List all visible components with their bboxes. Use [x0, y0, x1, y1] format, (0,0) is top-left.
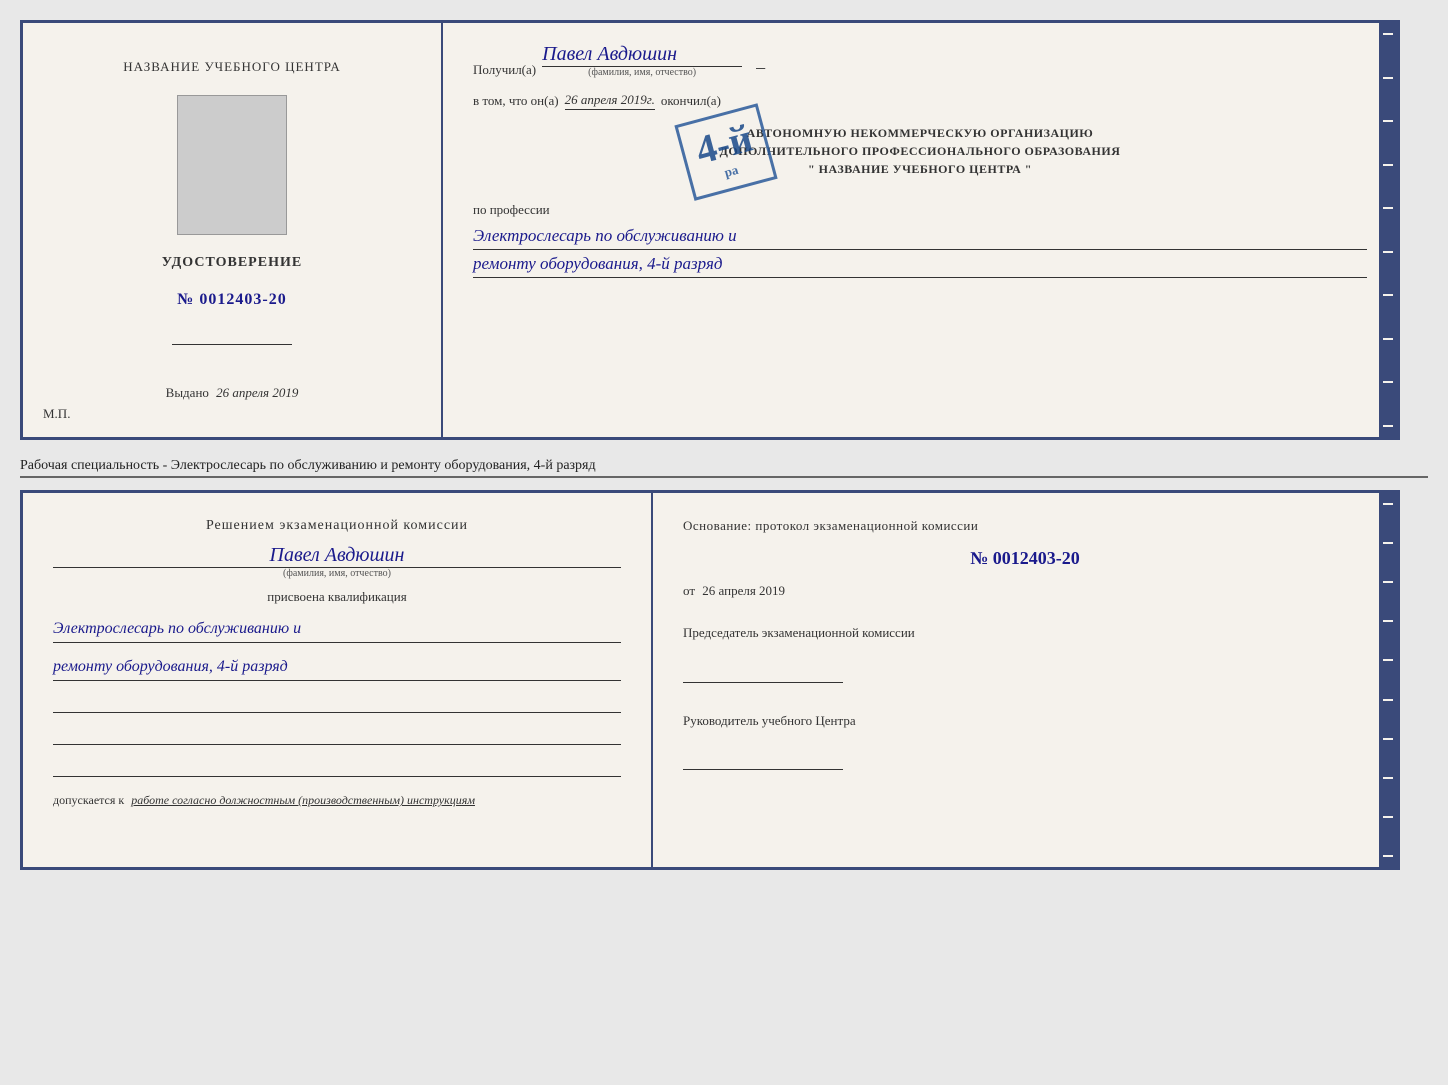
- cert-number: № 0012403-20: [177, 291, 286, 309]
- separator-text: Рабочая специальность - Электрослесарь п…: [20, 452, 1428, 478]
- profession-label: по профессии: [473, 202, 1367, 218]
- org-title-block: АВТОНОМНУЮ НЕКОММЕРЧЕСКУЮ ОРГАНИЗАЦИЮ ДО…: [473, 124, 1367, 178]
- qual-line2: ремонту оборудования, 4-й разряд: [53, 653, 621, 681]
- top-doc-left: НАЗВАНИЕ УЧЕБНОГО ЦЕНТРА УДОСТОВЕРЕНИЕ №…: [23, 23, 443, 437]
- recipient-subtitle: (фамилия, имя, отчество): [542, 67, 742, 78]
- person-subtitle: (фамилия, имя, отчество): [53, 568, 621, 579]
- cert-label: УДОСТОВЕРЕНИЕ: [162, 255, 302, 271]
- right-spine-top: [1379, 23, 1397, 437]
- bottom-doc-right: Основание: протокол экзаменационной коми…: [653, 493, 1397, 867]
- mp-label: М.П.: [43, 406, 70, 422]
- recipient-name: Павел Авдюшин: [542, 43, 742, 67]
- vtom-date: 26 апреля 2019г.: [565, 92, 655, 110]
- profession-section: по профессии Электрослесарь по обслужива…: [473, 202, 1367, 278]
- chairman-sign-line: [683, 663, 843, 683]
- issued-date: 26 апреля 2019: [216, 385, 298, 400]
- profession-line2: ремонту оборудования, 4-й разряд: [473, 250, 1367, 278]
- basis-date-prefix: от: [683, 583, 695, 598]
- basis-date-val: 26 апреля 2019: [702, 583, 785, 598]
- chairman-label: Председатель экзаменационной комиссии: [683, 623, 1367, 643]
- qual-line1: Электрослесарь по обслуживанию и: [53, 615, 621, 643]
- right-spine-bottom: [1379, 493, 1397, 867]
- profession-line1: Электрослесарь по обслуживанию и: [473, 222, 1367, 250]
- basis-number: № 0012403-20: [683, 548, 1367, 569]
- org-line3: " НАЗВАНИЕ УЧЕБНОГО ЦЕНТРА ": [473, 160, 1367, 178]
- decision-title: Решением экзаменационной комиссии: [53, 518, 621, 534]
- allowed-prefix: допускается к: [53, 793, 124, 807]
- vtom-line: в том, что он(а) 26 апреля 2019г. окончи…: [473, 92, 1367, 110]
- bottom-document: Решением экзаменационной комиссии Павел …: [20, 490, 1400, 870]
- director-sign-line: [683, 750, 843, 770]
- assigned-label: присвоена квалификация: [53, 589, 621, 605]
- allowed-label: допускается к работе согласно должностны…: [53, 793, 621, 808]
- allowed-value: работе согласно должностным (производств…: [131, 793, 475, 807]
- blank-line-2: [53, 723, 621, 745]
- issued-line: Выдано 26 апреля 2019: [166, 385, 299, 401]
- top-center-title: НАЗВАНИЕ УЧЕБНОГО ЦЕНТРА: [123, 59, 340, 75]
- issued-label: Выдано: [166, 385, 209, 400]
- vtom-prefix: в том, что он(а): [473, 93, 559, 109]
- recipient-line: Получил(a) Павел Авдюшин (фамилия, имя, …: [473, 43, 1367, 78]
- top-doc-right: Получил(a) Павел Авдюшин (фамилия, имя, …: [443, 23, 1397, 437]
- bottom-doc-left: Решением экзаменационной комиссии Павел …: [23, 493, 653, 867]
- basis-date: от 26 апреля 2019: [683, 583, 1367, 599]
- recipient-prefix: Получил(a): [473, 62, 536, 78]
- basis-title: Основание: протокол экзаменационной коми…: [683, 518, 1367, 534]
- org-line2: ДОПОЛНИТЕЛЬНОГО ПРОФЕССИОНАЛЬНОГО ОБРАЗО…: [473, 142, 1367, 160]
- blank-line-3: [53, 755, 621, 777]
- director-label: Руководитель учебного Центра: [683, 711, 1367, 731]
- vtom-okonchil: окончил(а): [661, 93, 721, 109]
- person-name-large: Павел Авдюшин: [53, 544, 621, 568]
- photo-placeholder: [177, 95, 287, 235]
- org-line1: АВТОНОМНУЮ НЕКОММЕРЧЕСКУЮ ОРГАНИЗАЦИЮ: [473, 124, 1367, 142]
- top-document: НАЗВАНИЕ УЧЕБНОГО ЦЕНТРА УДОСТОВЕРЕНИЕ №…: [20, 20, 1400, 440]
- blank-line-1: [53, 691, 621, 713]
